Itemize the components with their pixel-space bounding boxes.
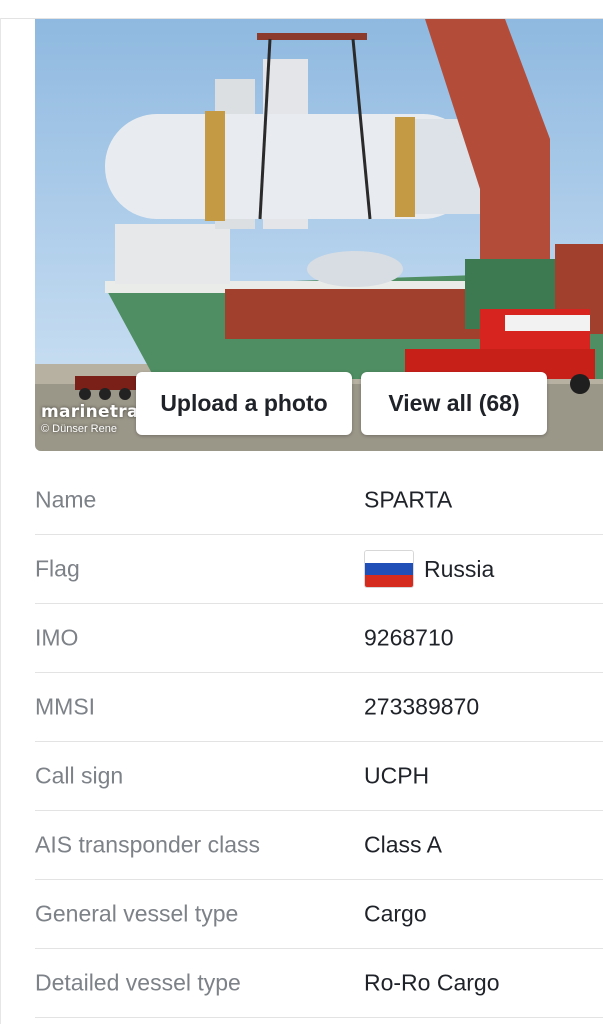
- detail-value-imo: 9268710: [364, 624, 454, 651]
- detail-label: Call sign: [35, 762, 124, 789]
- detail-label: General vessel type: [35, 900, 239, 927]
- detail-value-flag: Russia: [364, 550, 494, 588]
- detail-value-call-sign: UCPH: [364, 762, 430, 789]
- detail-row-imo: IMO 9268710: [35, 604, 603, 673]
- detail-label: MMSI: [35, 693, 96, 720]
- detail-row-flag: Flag Russia: [35, 535, 603, 604]
- detail-value-detailed-type: Ro-Ro Cargo: [364, 969, 500, 996]
- detail-row-mmsi: MMSI 273389870: [35, 673, 603, 742]
- detail-row-general-type: General vessel type Cargo: [35, 880, 603, 949]
- detail-label: Flag: [35, 555, 80, 582]
- flag-country: Russia: [424, 555, 495, 582]
- detail-row-ais-class: AIS transponder class Class A: [35, 811, 603, 880]
- detail-label: Name: [35, 486, 97, 513]
- detail-value-ais-class: Class A: [364, 831, 442, 858]
- detail-value-general-type: Cargo: [364, 900, 427, 927]
- detail-label: Detailed vessel type: [35, 969, 241, 996]
- detail-label: IMO: [35, 624, 79, 651]
- upload-photo-button[interactable]: Upload a photo: [136, 372, 352, 435]
- detail-row-call-sign: Call sign UCPH: [35, 742, 603, 811]
- left-border: [0, 18, 1, 1024]
- detail-value-mmsi: 273389870: [364, 693, 480, 720]
- vessel-details-table: Name SPARTA Flag Russia IMO 9268710 MMSI…: [35, 466, 603, 1018]
- detail-row-name: Name SPARTA: [35, 466, 603, 535]
- detail-row-detailed-type: Detailed vessel type Ro-Ro Cargo: [35, 949, 603, 1018]
- view-all-photos-button[interactable]: View all (68): [361, 372, 547, 435]
- detail-value-name: SPARTA: [364, 486, 453, 513]
- russia-flag-icon: [364, 550, 414, 588]
- detail-label: AIS transponder class: [35, 831, 261, 858]
